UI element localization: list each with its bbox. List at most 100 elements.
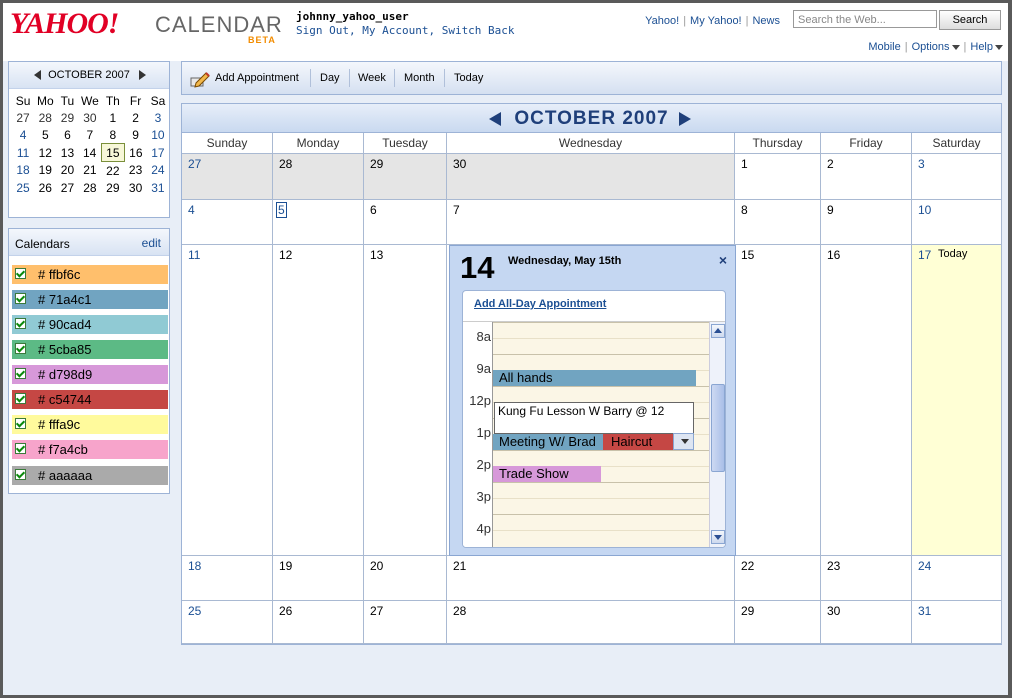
month-view-button[interactable]: Month — [404, 72, 435, 84]
day-number[interactable]: 22 — [741, 559, 754, 573]
day-number[interactable]: 27 — [188, 157, 201, 171]
calendar-item[interactable]: # 5cba85 — [12, 340, 168, 359]
mini-day[interactable]: 27 — [56, 179, 78, 196]
day-cell[interactable]: 18 — [182, 556, 273, 601]
day-number[interactable]: 26 — [279, 604, 292, 618]
day-number[interactable]: 25 — [188, 604, 201, 618]
calendars-edit-link[interactable]: edit — [142, 236, 161, 250]
day-cell[interactable]: 17 Today — [912, 245, 1002, 556]
mini-day[interactable]: 13 — [56, 144, 78, 162]
day-number[interactable]: 29 — [741, 604, 754, 618]
search-button[interactable]: Search — [939, 10, 1001, 30]
mini-day[interactable]: 20 — [56, 162, 78, 180]
day-number[interactable]: 6 — [370, 203, 377, 217]
day-cell[interactable]: 2 — [821, 154, 912, 200]
calendar-item[interactable]: # ffbf6c — [12, 265, 168, 284]
mini-day[interactable]: 25 — [12, 179, 34, 196]
event-kung-fu-lesson[interactable]: Kung Fu Lesson W Barry @ 12 — [494, 402, 694, 434]
checkbox-icon[interactable] — [15, 418, 26, 429]
calendar-item[interactable]: # c54744 — [12, 390, 168, 409]
day-number[interactable]: 24 — [918, 559, 931, 573]
mini-day[interactable]: 26 — [34, 179, 56, 196]
calendar-item[interactable]: # d798d9 — [12, 365, 168, 384]
day-view-button[interactable]: Day — [320, 72, 340, 84]
mini-day-today[interactable]: 15 — [100, 143, 125, 162]
day-cell[interactable]: 30 — [447, 154, 735, 200]
options-menu[interactable]: Options — [912, 41, 960, 53]
day-cell[interactable]: 4 — [182, 200, 273, 245]
day-cell[interactable]: 15 — [735, 245, 821, 556]
mini-day[interactable]: 3 — [147, 109, 169, 126]
checkbox-icon[interactable] — [15, 443, 26, 454]
day-cell[interactable]: 6 — [364, 200, 447, 245]
day-number[interactable]: 4 — [188, 203, 195, 217]
mini-day[interactable]: 10 — [147, 126, 169, 144]
day-cell[interactable]: 27 — [182, 154, 273, 200]
mini-day[interactable]: 1 — [101, 109, 124, 126]
mini-day[interactable]: 11 — [12, 144, 34, 162]
day-number[interactable]: 29 — [370, 157, 383, 171]
checkbox-icon[interactable] — [15, 469, 26, 480]
mini-day[interactable]: 9 — [124, 126, 146, 144]
add-appointment-button[interactable]: Add Appointment — [215, 72, 299, 84]
mini-day[interactable]: 30 — [124, 179, 146, 196]
search-input[interactable]: Search the Web... — [793, 10, 937, 28]
event-meeting-brad[interactable]: Meeting W/ Brad — [493, 434, 603, 450]
day-number[interactable]: 31 — [918, 604, 931, 618]
day-cell[interactable]: 10 — [912, 200, 1002, 245]
day-cell[interactable]: 23 — [821, 556, 912, 601]
user-links[interactable]: Sign Out, My Account, Switch Back — [296, 24, 515, 37]
day-number[interactable]: 9 — [827, 203, 834, 217]
day-number[interactable]: 2 — [827, 157, 834, 171]
day-cell[interactable]: 13 — [364, 245, 447, 556]
next-month-icon[interactable] — [139, 70, 146, 80]
day-cell[interactable]: 27 — [364, 601, 447, 644]
day-cell[interactable]: 12 — [273, 245, 364, 556]
day-cell[interactable]: 21 — [447, 556, 735, 601]
yahoo-logo[interactable]: YAHOO! — [10, 7, 119, 41]
day-cell[interactable]: 26 — [273, 601, 364, 644]
checkbox-icon[interactable] — [15, 393, 26, 404]
day-cell[interactable]: 28 — [273, 154, 364, 200]
day-number[interactable]: 30 — [453, 157, 466, 171]
scroll-up-icon[interactable] — [711, 324, 725, 338]
mini-day[interactable]: 2 — [124, 109, 146, 126]
checkbox-icon[interactable] — [15, 268, 26, 279]
today-button[interactable]: Today — [454, 72, 483, 84]
day-number[interactable]: 3 — [918, 157, 925, 171]
calendar-item[interactable]: # aaaaaa — [12, 466, 168, 485]
day-number[interactable]: 1 — [741, 157, 748, 171]
day-cell[interactable]: 16 — [821, 245, 912, 556]
add-all-day-link[interactable]: Add All-Day Appointment — [474, 298, 606, 310]
mini-day[interactable]: 27 — [12, 109, 34, 126]
help-menu[interactable]: Help — [970, 41, 1003, 53]
day-cell[interactable]: 29 — [735, 601, 821, 644]
mini-day[interactable]: 8 — [101, 126, 124, 144]
day-cell[interactable]: 28 — [447, 601, 735, 644]
mini-day[interactable]: 16 — [124, 144, 146, 162]
day-number[interactable]: 12 — [279, 248, 292, 262]
day-cell[interactable]: 8 — [735, 200, 821, 245]
week-view-button[interactable]: Week — [358, 72, 386, 84]
checkbox-icon[interactable] — [15, 293, 26, 304]
mini-day[interactable]: 24 — [147, 162, 169, 180]
day-cell[interactable]: 31 — [912, 601, 1002, 644]
mini-day[interactable]: 21 — [78, 162, 101, 180]
mini-day[interactable]: 18 — [12, 162, 34, 180]
mini-day[interactable]: 22 — [101, 162, 124, 180]
link-news[interactable]: News — [752, 15, 780, 27]
day-cell[interactable]: 22 — [735, 556, 821, 601]
mini-day[interactable]: 7 — [78, 126, 101, 144]
scroll-down-icon[interactable] — [711, 530, 725, 544]
mini-day[interactable]: 23 — [124, 162, 146, 180]
day-cell[interactable]: 19 — [273, 556, 364, 601]
day-number[interactable]: 11 — [188, 248, 200, 262]
day-number[interactable]: 7 — [453, 203, 460, 217]
mini-day[interactable]: 17 — [147, 144, 169, 162]
mini-day[interactable]: 30 — [78, 109, 101, 126]
checkbox-icon[interactable] — [15, 368, 26, 379]
mini-day[interactable]: 28 — [78, 179, 101, 196]
mini-day[interactable]: 12 — [34, 144, 56, 162]
day-number[interactable]: 17 — [918, 248, 931, 262]
next-month-icon[interactable] — [679, 112, 691, 126]
